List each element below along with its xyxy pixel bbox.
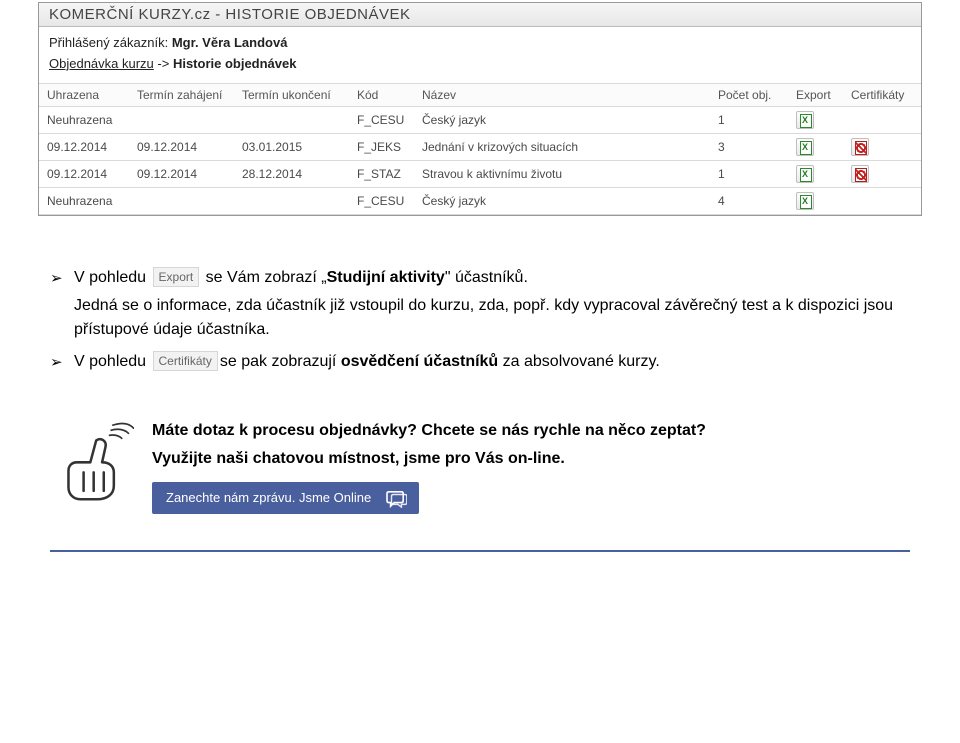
orders-table: Uhrazena Termín zahájení Termín ukončení…: [39, 83, 921, 215]
text: se Vám zobrazí „: [201, 269, 326, 286]
cell-export: [788, 133, 843, 160]
cell-ukonceni: 03.01.2015: [234, 133, 349, 160]
cell-export: [788, 187, 843, 214]
chat-button-label: Zanechte nám zprávu. Jsme Online: [166, 490, 371, 505]
cell-pocet: 1: [710, 106, 788, 133]
col-header-ukonceni: Termín ukončení: [234, 83, 349, 106]
window-title: KOMERČNÍ KURZY.cz - HISTORIE OBJEDNÁVEK: [49, 6, 411, 23]
col-header-uhrazena: Uhrazena: [39, 83, 129, 106]
cell-export: [788, 106, 843, 133]
logged-prefix: Přihlášený zákazník:: [49, 35, 172, 50]
bullet-2: V pohledu Certifikátyse pak zobrazují os…: [50, 350, 910, 374]
chat-button[interactable]: Zanechte nám zprávu. Jsme Online: [152, 482, 419, 514]
cell-kod: F_JEKS: [349, 133, 414, 160]
text: se pak zobrazují: [220, 353, 341, 370]
cell-zahajeni: 09.12.2014: [129, 133, 234, 160]
excel-export-icon[interactable]: [796, 111, 814, 129]
col-header-pocet: Počet obj.: [710, 83, 788, 106]
text: Jedná se o informace, zda účastník již v…: [74, 297, 893, 338]
pdf-cert-icon[interactable]: [851, 165, 869, 183]
breadcrumb-current: Historie objednávek: [173, 56, 297, 71]
cell-ukonceni: [234, 106, 349, 133]
cell-cert: [843, 133, 921, 160]
col-header-zahajeni: Termín zahájení: [129, 83, 234, 106]
cell-uhrazena: Neuhrazena: [39, 187, 129, 214]
cell-zahajeni: 09.12.2014: [129, 160, 234, 187]
footer-divider: [50, 550, 910, 552]
logged-user-line: Přihlášený zákazník: Mgr. Věra Landová: [49, 33, 911, 54]
col-header-cert: Certifikáty: [843, 83, 921, 106]
chat-bubble-icon: [385, 490, 405, 506]
contact-block: Máte dotaz k procesu objednávky? Chcete …: [50, 422, 910, 514]
cell-kod: F_CESU: [349, 106, 414, 133]
window-title-bar: KOMERČNÍ KURZY.cz - HISTORIE OBJEDNÁVEK: [39, 3, 921, 27]
cell-ukonceni: 28.12.2014: [234, 160, 349, 187]
table-row: 09.12.2014 09.12.2014 28.12.2014 F_STAZ …: [39, 160, 921, 187]
cell-pocet: 1: [710, 160, 788, 187]
cell-zahajeni: [129, 106, 234, 133]
breadcrumb: Objednávka kurzu -> Historie objednávek: [49, 54, 911, 75]
cell-uhrazena: 09.12.2014: [39, 160, 129, 187]
table-row: Neuhrazena F_CESU Český jazyk 1: [39, 106, 921, 133]
text: za absolvované kurzy.: [498, 353, 660, 370]
cell-export: [788, 160, 843, 187]
text: V pohledu: [74, 353, 151, 370]
col-header-export: Export: [788, 83, 843, 106]
cell-kod: F_STAZ: [349, 160, 414, 187]
excel-export-icon[interactable]: [796, 192, 814, 210]
cell-pocet: 4: [710, 187, 788, 214]
cell-ukonceni: [234, 187, 349, 214]
excel-export-icon[interactable]: [796, 165, 814, 183]
table-row: 09.12.2014 09.12.2014 03.01.2015 F_JEKS …: [39, 133, 921, 160]
text: " účastníků.: [445, 269, 528, 286]
breadcrumb-sep: ->: [154, 56, 173, 71]
cell-uhrazena: 09.12.2014: [39, 133, 129, 160]
pdf-cert-icon[interactable]: [851, 138, 869, 156]
meta-block: Přihlášený zákazník: Mgr. Věra Landová O…: [39, 27, 921, 83]
text-bold: osvědčení účastníků: [341, 353, 498, 370]
cell-zahajeni: [129, 187, 234, 214]
col-header-kod: Kód: [349, 83, 414, 106]
logged-name: Mgr. Věra Landová: [172, 35, 288, 50]
text: V pohledu: [74, 269, 151, 286]
cell-pocet: 3: [710, 133, 788, 160]
contact-q2: Využijte naši chatovou místnost, jsme pr…: [152, 450, 706, 468]
cell-uhrazena: Neuhrazena: [39, 106, 129, 133]
bullet-1: V pohledu Export se Vám zobrazí „Studijn…: [50, 266, 910, 290]
col-header-nazev: Název: [414, 83, 710, 106]
cell-cert: [843, 160, 921, 187]
table-row: Neuhrazena F_CESU Český jazyk 4: [39, 187, 921, 214]
cell-cert: [843, 106, 921, 133]
breadcrumb-link[interactable]: Objednávka kurzu: [49, 56, 154, 71]
app-window: KOMERČNÍ KURZY.cz - HISTORIE OBJEDNÁVEK …: [38, 2, 922, 216]
cell-cert: [843, 187, 921, 214]
pointing-hand-icon: [50, 422, 134, 506]
text-bold: Studijní aktivity: [327, 269, 445, 286]
excel-export-icon[interactable]: [796, 138, 814, 156]
chip-export: Export: [153, 267, 200, 287]
bullet-1-cont: Jedná se o informace, zda účastník již v…: [50, 294, 910, 342]
chip-cert: Certifikáty: [153, 351, 218, 371]
cell-nazev: Český jazyk: [414, 106, 710, 133]
cell-nazev: Jednání v krizových situacích: [414, 133, 710, 160]
contact-text: Máte dotaz k procesu objednávky? Chcete …: [152, 422, 706, 514]
doc-content: V pohledu Export se Vám zobrazí „Studijn…: [50, 266, 910, 374]
cell-nazev: Stravou k aktivnímu životu: [414, 160, 710, 187]
cell-kod: F_CESU: [349, 187, 414, 214]
table-header-row: Uhrazena Termín zahájení Termín ukončení…: [39, 83, 921, 106]
contact-q1: Máte dotaz k procesu objednávky? Chcete …: [152, 422, 706, 440]
cell-nazev: Český jazyk: [414, 187, 710, 214]
